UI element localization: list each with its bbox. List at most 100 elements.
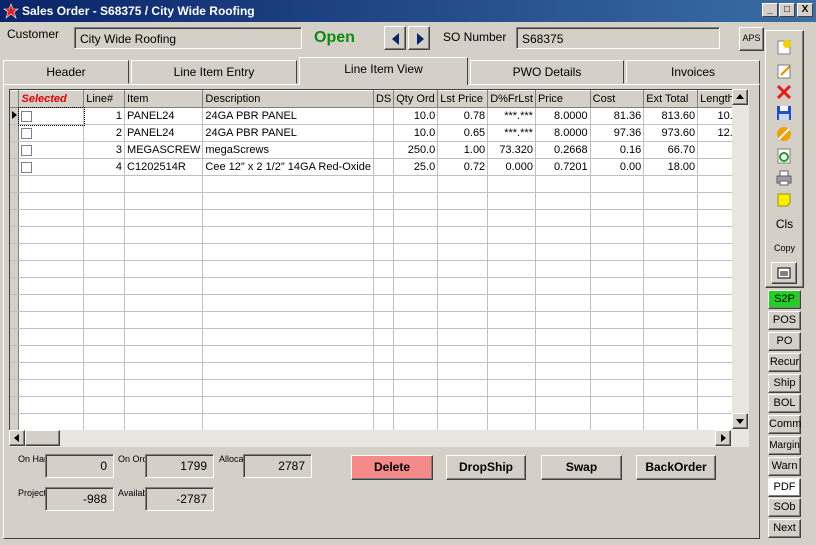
cell-item[interactable]: PANEL24 (124, 124, 204, 142)
cell-ext-total[interactable] (643, 379, 699, 397)
cell-pct[interactable] (487, 209, 536, 227)
cell-price[interactable] (535, 226, 591, 244)
cls-button[interactable]: Cls (768, 216, 801, 235)
cell-cost[interactable] (590, 362, 645, 380)
cell-description[interactable]: 24GA PBR PANEL (202, 107, 374, 125)
cell-ext-total[interactable] (643, 209, 699, 227)
scroll-left-button[interactable] (9, 430, 25, 446)
cell-qty[interactable] (393, 209, 439, 227)
cell-cost[interactable] (590, 209, 645, 227)
cell-price[interactable] (535, 294, 591, 312)
cell-description[interactable] (202, 413, 374, 431)
cell-price[interactable] (535, 311, 591, 329)
tab-pwo-details[interactable]: PWO Details (470, 60, 624, 84)
cancel-button[interactable] (769, 122, 799, 146)
cell-lst-price[interactable] (437, 277, 489, 295)
next-button[interactable]: Next (768, 519, 801, 538)
table-row[interactable]: 1 PANEL24 24GA PBR PANEL 10.0 0.78 ***.*** 8.0… (10, 106, 748, 126)
cell-ds[interactable] (373, 328, 395, 346)
scroll-up-button[interactable] (732, 89, 748, 105)
cell-item[interactable]: MEGASCREW (124, 141, 204, 159)
cell-line[interactable] (83, 328, 126, 346)
cell-pct[interactable] (487, 175, 536, 193)
cell-cost[interactable] (590, 345, 645, 363)
cell-ds[interactable] (373, 345, 395, 363)
selected-cell[interactable] (18, 379, 85, 397)
selected-cell[interactable] (18, 328, 85, 346)
vertical-scrollbar[interactable] (732, 89, 749, 430)
minimize-button[interactable]: _ (762, 3, 778, 17)
selected-cell[interactable] (18, 362, 85, 380)
cell-cost[interactable] (590, 311, 645, 329)
cell-item[interactable] (124, 345, 204, 363)
sticky-note-button[interactable] (769, 188, 799, 212)
cell-ds[interactable] (373, 396, 395, 414)
cell-qty[interactable] (393, 260, 439, 278)
cell-ds[interactable] (373, 124, 395, 142)
cell-price[interactable]: 8.0000 (535, 107, 591, 125)
cell-price[interactable] (535, 328, 591, 346)
cell-cost[interactable] (590, 192, 645, 210)
cell-ds[interactable] (373, 413, 395, 431)
selected-cell[interactable] (18, 141, 85, 159)
cell-item[interactable] (124, 192, 204, 210)
cell-cost[interactable] (590, 413, 645, 431)
cell-line[interactable] (83, 243, 126, 261)
cell-description[interactable]: Cee 12" x 2 1/2" 14GA Red-Oxide (202, 158, 374, 176)
cell-price[interactable] (535, 243, 591, 261)
cell-ext-total[interactable] (643, 311, 699, 329)
selected-cell[interactable] (17, 106, 85, 126)
cell-price[interactable] (535, 175, 591, 193)
tab-invoices[interactable]: Invoices (626, 60, 760, 84)
cell-ext-total[interactable] (643, 260, 699, 278)
cell-pct[interactable]: 0.000 (487, 158, 536, 176)
cell-pct[interactable] (487, 345, 536, 363)
cell-cost[interactable] (590, 294, 645, 312)
cell-lst-price[interactable] (437, 294, 489, 312)
cell-line[interactable] (83, 192, 126, 210)
cell-item[interactable] (124, 277, 204, 295)
column-header[interactable]: Line# (83, 90, 126, 108)
cell-ext-total[interactable] (643, 175, 699, 193)
cell-qty[interactable] (393, 345, 439, 363)
cell-line[interactable] (83, 260, 126, 278)
cell-line[interactable] (83, 362, 126, 380)
cell-qty[interactable] (393, 175, 439, 193)
cell-qty[interactable]: 25.0 (393, 158, 439, 176)
comm-button[interactable]: Comm (768, 415, 801, 434)
cell-qty[interactable] (393, 328, 439, 346)
column-header[interactable]: Lst Price (437, 90, 489, 108)
tab-line-item-view[interactable]: Line Item View (299, 57, 468, 85)
cell-item[interactable] (124, 379, 204, 397)
empty-table-row[interactable] (10, 311, 748, 329)
cell-pct[interactable] (487, 396, 536, 414)
column-header[interactable]: Ext Total (643, 90, 699, 108)
empty-table-row[interactable] (10, 345, 748, 363)
cell-ext-total[interactable]: 813.60 (643, 107, 699, 125)
cell-ext-total[interactable] (643, 396, 699, 414)
cell-item[interactable] (124, 396, 204, 414)
cell-ds[interactable] (373, 362, 395, 380)
scroll-down-button[interactable] (732, 413, 748, 429)
cell-lst-price[interactable] (437, 311, 489, 329)
new-note-button[interactable] (769, 35, 799, 59)
copy-button[interactable]: Copy (768, 240, 801, 259)
cell-price[interactable]: 0.7201 (535, 158, 591, 176)
cell-lst-price[interactable] (437, 260, 489, 278)
sob-button[interactable]: SOb (768, 498, 801, 517)
cell-qty[interactable] (393, 192, 439, 210)
cell-ds[interactable] (373, 277, 395, 295)
warn-button[interactable]: Warn (768, 457, 801, 476)
column-header[interactable]: Description (202, 90, 374, 108)
photo-button[interactable] (771, 262, 797, 284)
previous-order-button[interactable] (384, 26, 406, 50)
pos-button[interactable]: POS (768, 311, 801, 330)
so-number-field[interactable]: S68375 (516, 27, 720, 49)
cell-qty[interactable] (393, 226, 439, 244)
cell-line[interactable] (83, 345, 126, 363)
cell-cost[interactable] (590, 226, 645, 244)
cell-ds[interactable] (373, 141, 395, 159)
empty-table-row[interactable] (10, 396, 748, 414)
cell-qty[interactable] (393, 396, 439, 414)
cell-description[interactable] (202, 209, 374, 227)
